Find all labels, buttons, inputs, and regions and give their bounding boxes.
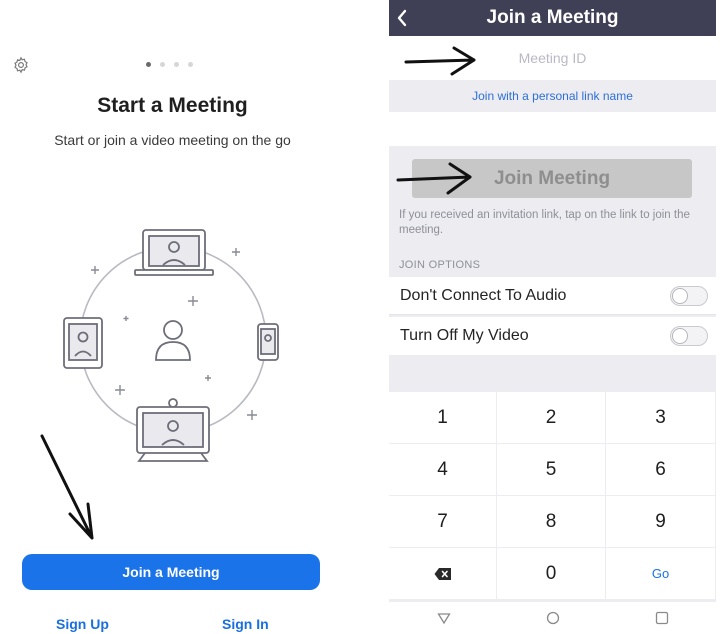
join-meeting-submit-button[interactable]: Join Meeting xyxy=(412,159,692,198)
chevron-left-icon[interactable] xyxy=(395,8,409,28)
page-subtitle: Start or join a video meeting on the go xyxy=(54,132,291,148)
room-system-icon xyxy=(136,398,210,462)
key-4[interactable]: 4 xyxy=(389,444,497,496)
header-bar: Join a Meeting xyxy=(389,0,716,36)
key-8[interactable]: 8 xyxy=(497,496,606,548)
option-row-audio: Don't Connect To Audio xyxy=(389,277,716,315)
join-meeting-screen: Join a Meeting Join with a personal link… xyxy=(389,0,716,634)
nav-recents-icon[interactable] xyxy=(655,611,669,625)
option-label: Turn Off My Video xyxy=(400,327,529,344)
page-dot xyxy=(188,62,193,67)
join-meeting-button[interactable]: Join a Meeting xyxy=(22,554,320,590)
page-dot xyxy=(160,62,165,67)
key-6[interactable]: 6 xyxy=(606,444,716,496)
toggle-knob xyxy=(672,328,688,344)
start-meeting-screen: Start a Meeting Start or join a video me… xyxy=(0,0,345,634)
backspace-icon xyxy=(434,567,451,580)
devices-illustration xyxy=(63,229,279,462)
meeting-id-input[interactable] xyxy=(452,50,653,66)
key-2[interactable]: 2 xyxy=(497,392,606,444)
system-nav-bar xyxy=(389,602,716,634)
video-toggle[interactable] xyxy=(670,326,708,346)
option-label: Don't Connect To Audio xyxy=(400,286,567,304)
toggle-knob xyxy=(672,288,688,304)
key-3[interactable]: 3 xyxy=(606,392,716,444)
header-title: Join a Meeting xyxy=(486,7,619,28)
page-dot xyxy=(174,62,179,67)
audio-toggle[interactable] xyxy=(670,286,708,306)
key-7[interactable]: 7 xyxy=(389,496,497,548)
personal-link-name-link[interactable]: Join with a personal link name xyxy=(472,89,633,103)
page-title: Start a Meeting xyxy=(97,94,248,117)
spacer xyxy=(389,112,716,146)
key-0[interactable]: 0 xyxy=(497,548,606,600)
nav-home-icon[interactable] xyxy=(546,611,560,625)
meeting-id-row xyxy=(389,36,716,80)
laptop-icon xyxy=(134,229,214,276)
phone-icon xyxy=(257,323,279,361)
sign-up-link[interactable]: Sign Up xyxy=(56,616,109,632)
user-icon xyxy=(155,320,191,361)
option-row-video: Turn Off My Video xyxy=(389,317,716,355)
personal-link-row: Join with a personal link name xyxy=(389,80,716,112)
invitation-hint-text: If you received an invitation link, tap … xyxy=(399,209,690,236)
tablet-icon xyxy=(63,317,103,369)
key-delete[interactable] xyxy=(389,548,497,600)
join-options-label: JOIN OPTIONS xyxy=(399,259,481,271)
key-go[interactable]: Go xyxy=(606,548,716,600)
nav-back-icon[interactable] xyxy=(436,611,451,625)
key-5[interactable]: 5 xyxy=(497,444,606,496)
page-indicator xyxy=(146,62,193,67)
key-9[interactable]: 9 xyxy=(606,496,716,548)
page-dot-active xyxy=(146,62,151,67)
numeric-keypad: 1 2 3 4 5 6 7 8 9 0 Go xyxy=(389,392,716,600)
sign-in-link[interactable]: Sign In xyxy=(222,616,269,632)
key-1[interactable]: 1 xyxy=(389,392,497,444)
gear-icon[interactable] xyxy=(12,56,30,74)
